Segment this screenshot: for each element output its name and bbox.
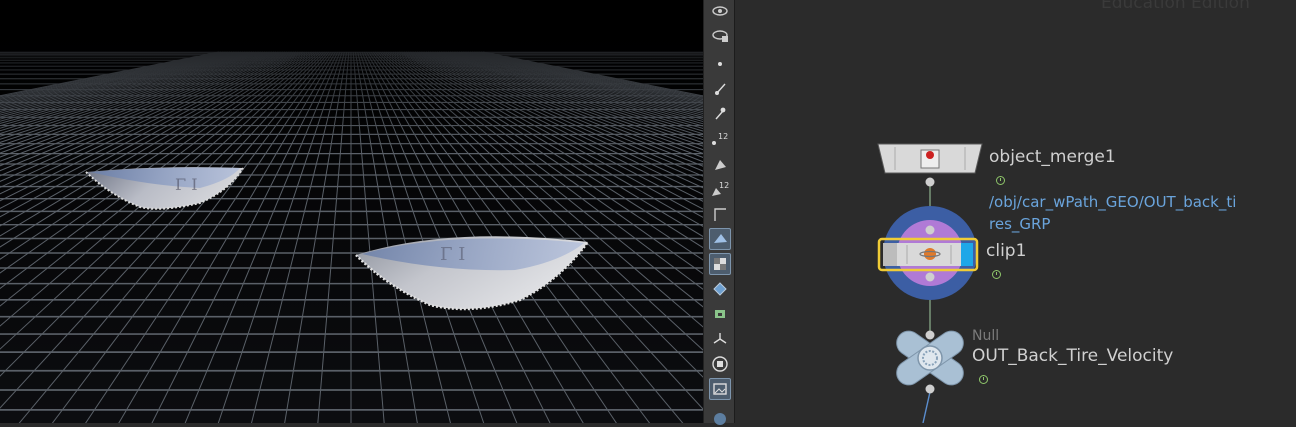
viewport-canvas[interactable]: Γ Ι Γ Ι bbox=[0, 0, 703, 423]
transform-icon[interactable] bbox=[709, 328, 731, 350]
point-numbers-icon[interactable]: 12 bbox=[709, 128, 731, 150]
clip-icon bbox=[924, 248, 936, 260]
node-label-clip1[interactable]: clip1 bbox=[986, 241, 1026, 261]
node-clip1[interactable] bbox=[877, 206, 979, 300]
node-out-back-tire-velocity[interactable] bbox=[892, 326, 968, 394]
vertex-icon[interactable] bbox=[709, 102, 731, 124]
point-icon[interactable] bbox=[709, 52, 731, 74]
null-icon bbox=[917, 345, 943, 371]
scene-viewport[interactable]: Γ Ι Γ Ι bbox=[0, 0, 703, 423]
view-icon[interactable] bbox=[709, 0, 731, 22]
uv-icon[interactable] bbox=[709, 303, 731, 325]
node-input-connector[interactable] bbox=[925, 330, 935, 340]
shaded-icon[interactable] bbox=[709, 228, 731, 250]
texture-icon[interactable] bbox=[709, 253, 731, 275]
node-output-connector[interactable] bbox=[925, 177, 935, 187]
primitive-numbers-icon[interactable]: 12 bbox=[709, 178, 731, 200]
network-editor[interactable]: Education Edition object_merge1 /obj/car… bbox=[735, 0, 1296, 423]
time-dependent-flag-icon bbox=[996, 176, 1005, 185]
node-object-merge1[interactable] bbox=[877, 143, 983, 187]
svg-text:12: 12 bbox=[718, 132, 728, 141]
next-icon[interactable] bbox=[709, 405, 731, 427]
stop-icon[interactable] bbox=[709, 353, 731, 375]
wire-output[interactable] bbox=[922, 391, 931, 423]
svg-text:12: 12 bbox=[719, 181, 729, 190]
viewport-display-toolbar: 12 12 bbox=[703, 0, 735, 425]
node-output-connector[interactable] bbox=[925, 384, 935, 394]
display-flag[interactable] bbox=[961, 243, 973, 266]
node-label-object-merge1[interactable]: object_merge1 bbox=[989, 147, 1116, 167]
node-type-null: Null bbox=[972, 328, 1000, 344]
display-options-icon[interactable] bbox=[709, 24, 731, 46]
svg-text:Γ Ι: Γ Ι bbox=[175, 175, 198, 194]
node-output-connector[interactable] bbox=[925, 272, 935, 282]
node-path-object-merge1: /obj/car_wPath_GEO/OUT_back_ti res_GRP bbox=[989, 193, 1237, 233]
wire-icon[interactable] bbox=[709, 278, 731, 300]
time-dependent-flag-icon bbox=[979, 375, 988, 384]
svg-text:Γ Ι: Γ Ι bbox=[440, 244, 465, 265]
node-input-connector[interactable] bbox=[925, 225, 935, 235]
normal-icon[interactable] bbox=[709, 77, 731, 99]
snapshot-icon[interactable] bbox=[709, 378, 731, 400]
time-dependent-flag-icon bbox=[992, 270, 1001, 279]
bypass-flag[interactable] bbox=[883, 243, 897, 266]
primitive-icon[interactable] bbox=[709, 153, 731, 175]
guide-icon[interactable] bbox=[709, 203, 731, 225]
node-label-out-back-tire-velocity[interactable]: OUT_Back_Tire_Velocity bbox=[972, 346, 1173, 366]
